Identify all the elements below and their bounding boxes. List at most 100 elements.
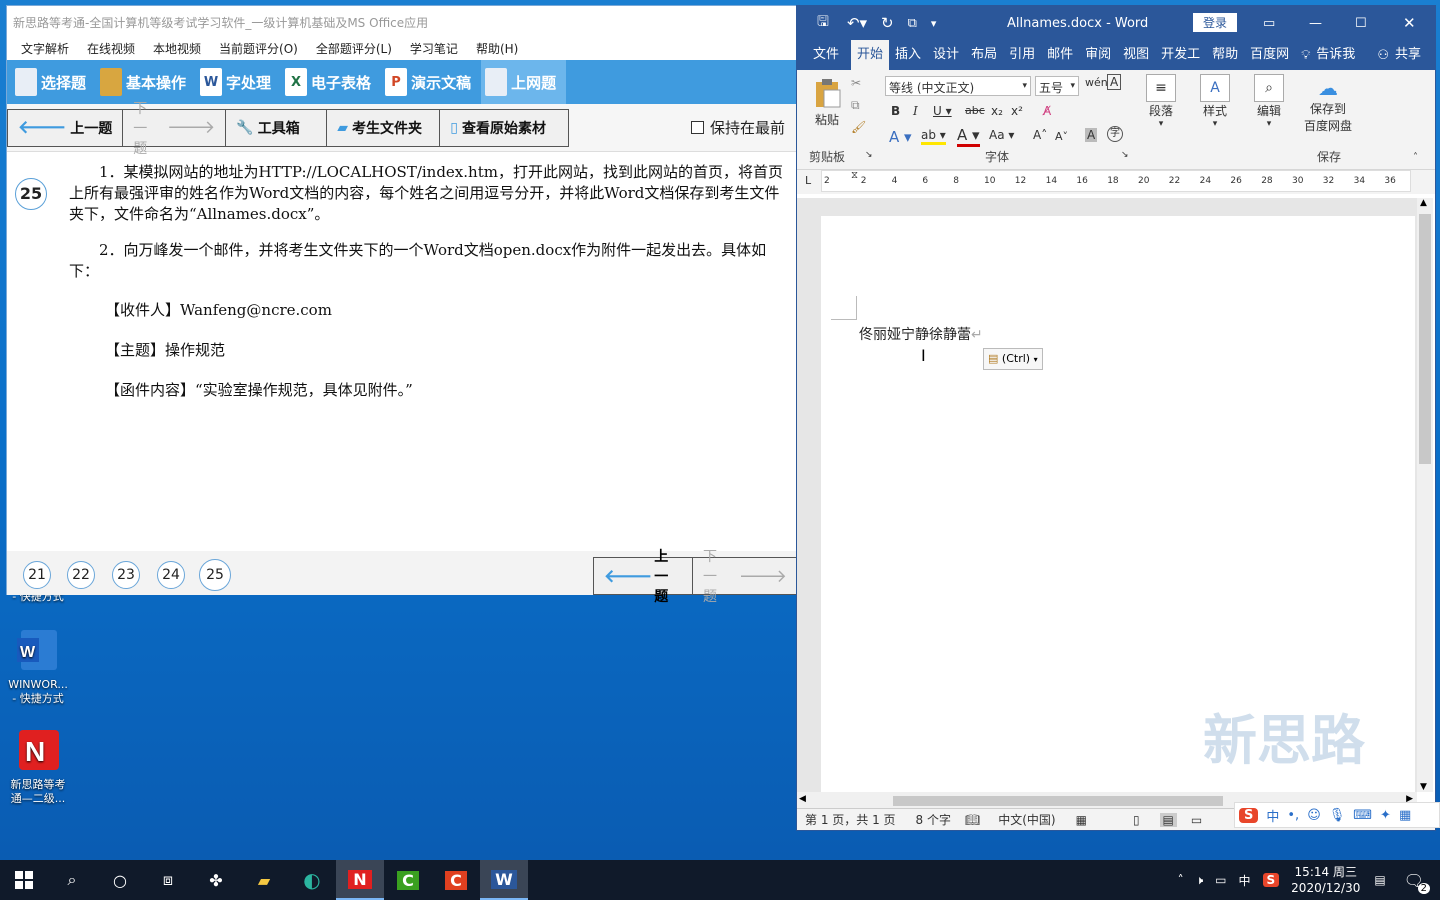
text-effects-icon[interactable]: A ▾: [889, 128, 912, 146]
sogou-tray-icon[interactable]: S: [1262, 873, 1280, 887]
char-shading-icon[interactable]: A: [1085, 128, 1098, 142]
volume-icon[interactable]: 🕨: [1196, 873, 1204, 888]
category-powerpoint[interactable]: P 演示文稿: [381, 60, 481, 104]
redo-icon[interactable]: ↻: [881, 14, 894, 32]
macro-icon[interactable]: ▦: [1076, 813, 1087, 827]
vertical-scrollbar[interactable]: ▲ ▼: [1417, 198, 1433, 792]
bold-icon[interactable]: B: [891, 104, 900, 118]
tab-design[interactable]: 设计: [927, 40, 965, 70]
superscript-icon[interactable]: x²: [1011, 104, 1023, 118]
page-button[interactable]: 22: [67, 561, 95, 589]
tab-mailings[interactable]: 邮件: [1041, 40, 1079, 70]
taskbar-app-fan[interactable]: ✤: [192, 860, 240, 900]
taskbar-app-red[interactable]: C: [432, 860, 480, 900]
phonetic-guide-icon[interactable]: wén: [1085, 76, 1108, 89]
highlight-icon[interactable]: ab ▾: [921, 128, 946, 145]
page-count[interactable]: 第 1 页，共 1 页: [805, 811, 896, 828]
paragraph-button[interactable]: ≡ 段落 ▾: [1143, 74, 1179, 129]
scroll-left-icon[interactable]: ◀: [799, 794, 806, 804]
emoji-icon[interactable]: ☺: [1307, 808, 1321, 823]
checkbox-box[interactable]: [690, 121, 704, 134]
strikethrough-icon[interactable]: abc: [965, 104, 985, 117]
font-size-select[interactable]: 五号 ▾: [1035, 76, 1079, 96]
category-word[interactable]: W 字处理: [196, 60, 281, 104]
underline-icon[interactable]: U ▾: [933, 104, 952, 118]
student-folder-button[interactable]: ▰ 考生文件夹: [326, 108, 441, 147]
dialog-launcher-icon[interactable]: ↘: [1121, 150, 1129, 160]
clock[interactable]: 15:14 周三 2020/12/30: [1291, 864, 1360, 896]
menu-local-video[interactable]: 本地视频: [153, 40, 201, 56]
tab-selector[interactable]: L: [805, 174, 811, 187]
task-view-button[interactable]: ⧈: [144, 860, 192, 900]
char-border-icon[interactable]: A: [1107, 74, 1122, 90]
proofing-icon[interactable]: 📖︎: [965, 813, 980, 827]
font-color-icon[interactable]: A ▾: [957, 126, 980, 147]
scroll-up-icon[interactable]: ▲: [1420, 198, 1427, 208]
category-excel[interactable]: X 电子表格: [281, 60, 381, 104]
menu-text-analysis[interactable]: 文字解析: [21, 40, 69, 56]
ime-toolbar[interactable]: S 中 •, ☺ 🎙︎ ⌨ ✦ ▦: [1234, 802, 1440, 828]
save-to-baidu-button[interactable]: ☁ 保存到 百度网盘: [1301, 76, 1355, 134]
notification-icon[interactable]: 🗨︎ 2: [1404, 871, 1430, 894]
tab-references[interactable]: 引用: [1003, 40, 1041, 70]
network-icon[interactable]: ▭: [1215, 873, 1226, 887]
desktop-icon-winword[interactable]: W WINWOR... - 快捷方式: [4, 628, 72, 706]
tab-file[interactable]: 文件: [797, 40, 851, 70]
view-material-button[interactable]: ▯ 查看原始素材: [439, 108, 570, 147]
menu-help[interactable]: 帮助(H): [476, 40, 518, 56]
microphone-icon[interactable]: 🎙︎: [1329, 808, 1346, 823]
toolbox-icon[interactable]: ▦: [1399, 808, 1411, 823]
tab-help[interactable]: 帮助: [1206, 40, 1244, 70]
read-mode-icon[interactable]: ▯: [1133, 813, 1140, 827]
undo-icon[interactable]: ↶▾: [847, 14, 867, 32]
scroll-thumb[interactable]: [1419, 214, 1431, 464]
toolbox-button[interactable]: 🔧 工具箱: [225, 108, 328, 147]
tell-me-box[interactable]: 告诉我: [1310, 40, 1361, 70]
keyboard-icon[interactable]: ⌨: [1353, 808, 1372, 823]
enclose-char-icon[interactable]: 字: [1107, 126, 1123, 142]
touch-mode-icon[interactable]: ⧉: [908, 16, 917, 31]
paste-button[interactable]: 粘贴: [811, 78, 843, 128]
scroll-down-icon[interactable]: ▼: [1420, 782, 1427, 792]
language-indicator[interactable]: 中文(中国): [998, 811, 1055, 828]
search-button[interactable]: ⌕: [48, 860, 96, 900]
chevron-up-icon[interactable]: ˄: [1178, 873, 1184, 887]
grow-font-icon[interactable]: A˄: [1033, 128, 1047, 142]
page-button-current[interactable]: 25: [199, 559, 231, 591]
font-name-select[interactable]: 等线 (中文正文) ▾: [885, 76, 1031, 96]
web-layout-icon[interactable]: ▭: [1191, 813, 1202, 827]
tab-developer[interactable]: 开发工: [1155, 40, 1206, 70]
taskbar-app-edge[interactable]: ◐: [288, 860, 336, 900]
dialog-launcher-icon[interactable]: ↘: [865, 150, 873, 160]
tab-baidu[interactable]: 百度网: [1244, 40, 1295, 70]
ime-mode-indicator[interactable]: 中: [1266, 806, 1279, 825]
close-icon[interactable]: ✕: [1403, 14, 1416, 32]
print-layout-icon[interactable]: ▤: [1159, 812, 1177, 827]
customize-qat-icon[interactable]: ▾: [931, 17, 937, 30]
tab-home[interactable]: 开始: [851, 40, 890, 70]
tab-review[interactable]: 审阅: [1079, 40, 1117, 70]
cortana-button[interactable]: ○: [96, 860, 144, 900]
format-painter-icon[interactable]: 🖌︎: [851, 120, 866, 134]
tab-view[interactable]: 视图: [1117, 40, 1155, 70]
menu-score-all[interactable]: 全部题评分(L): [316, 40, 392, 56]
footer-next-button[interactable]: 下一题 🡒: [692, 549, 798, 605]
change-case-icon[interactable]: Aa ▾: [989, 128, 1014, 142]
word-count[interactable]: 8 个字: [916, 811, 951, 828]
menu-score-current[interactable]: 当前题评分(O): [219, 40, 298, 56]
punctuation-icon[interactable]: •,: [1287, 808, 1299, 823]
editing-button[interactable]: ⌕ 编辑 ▾: [1251, 74, 1287, 129]
start-button[interactable]: [0, 860, 48, 900]
footer-prev-button[interactable]: 🡐 上一题: [593, 549, 693, 605]
tab-layout[interactable]: 布局: [965, 40, 1003, 70]
collapse-ribbon-icon[interactable]: ˄: [1413, 152, 1418, 163]
keep-on-top-checkbox[interactable]: 保持在最前: [690, 117, 785, 138]
clear-format-icon[interactable]: A̸: [1043, 104, 1051, 118]
page-button[interactable]: 24: [157, 561, 185, 589]
document-page[interactable]: 佟丽娅宁静徐静蕾↵ Ⅰ ▤ (Ctrl) ▾ 新思路: [821, 216, 1415, 796]
share-button[interactable]: 共享: [1389, 40, 1427, 70]
paste-options-button[interactable]: ▤ (Ctrl) ▾: [983, 348, 1043, 370]
page-button[interactable]: 21: [23, 561, 51, 589]
taskbar-app-xinsilu[interactable]: N: [336, 860, 384, 900]
tab-insert[interactable]: 插入: [889, 40, 927, 70]
